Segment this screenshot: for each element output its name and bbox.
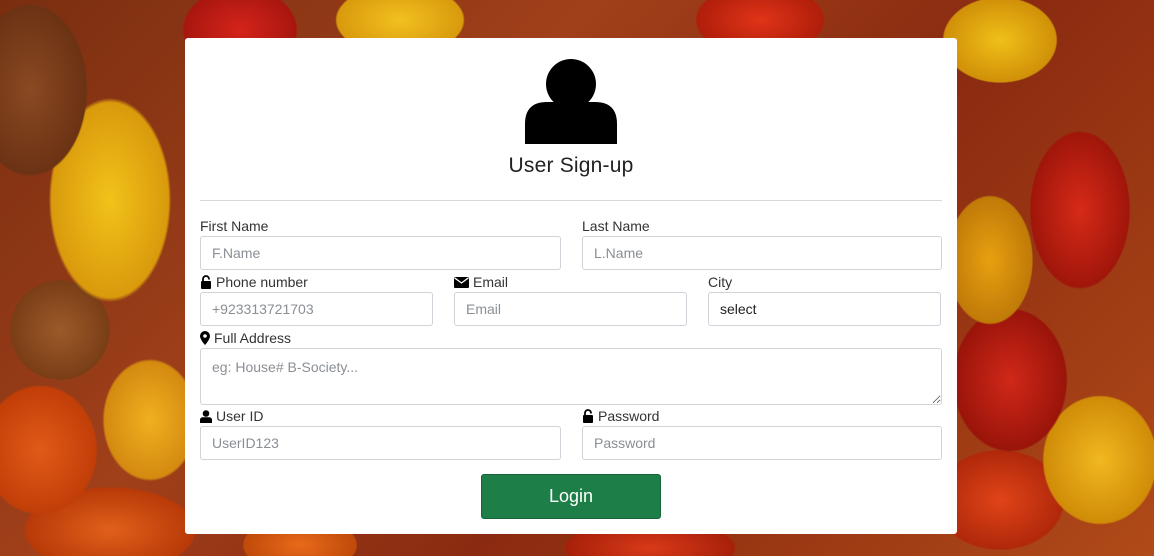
email-label: Email (454, 274, 508, 290)
user-avatar-icon (525, 59, 617, 144)
first-name-label: First Name (200, 218, 269, 234)
city-select[interactable]: select (708, 292, 941, 326)
phone-label: Phone number (200, 274, 308, 290)
user-icon (200, 409, 212, 423)
address-textarea[interactable] (200, 348, 942, 405)
map-marker-icon (200, 331, 210, 345)
page-title: User Sign-up (508, 154, 634, 177)
lock-icon (583, 409, 593, 423)
last-name-input[interactable] (582, 236, 942, 270)
password-label: Password (582, 408, 659, 424)
phone-input[interactable] (200, 292, 433, 326)
city-label: City (708, 274, 733, 290)
signup-card: User Sign-up First Name Last Name Phone … (185, 38, 957, 534)
unlock-icon (201, 275, 211, 289)
divider (200, 200, 942, 201)
first-name-input[interactable] (200, 236, 561, 270)
email-input[interactable] (454, 292, 687, 326)
user-id-input[interactable] (200, 426, 561, 460)
user-id-label: User ID (200, 408, 263, 424)
envelope-icon (454, 276, 469, 288)
password-input[interactable] (582, 426, 942, 460)
address-label: Full Address (200, 330, 291, 346)
login-button[interactable]: Login (481, 474, 661, 519)
last-name-label: Last Name (582, 218, 650, 234)
